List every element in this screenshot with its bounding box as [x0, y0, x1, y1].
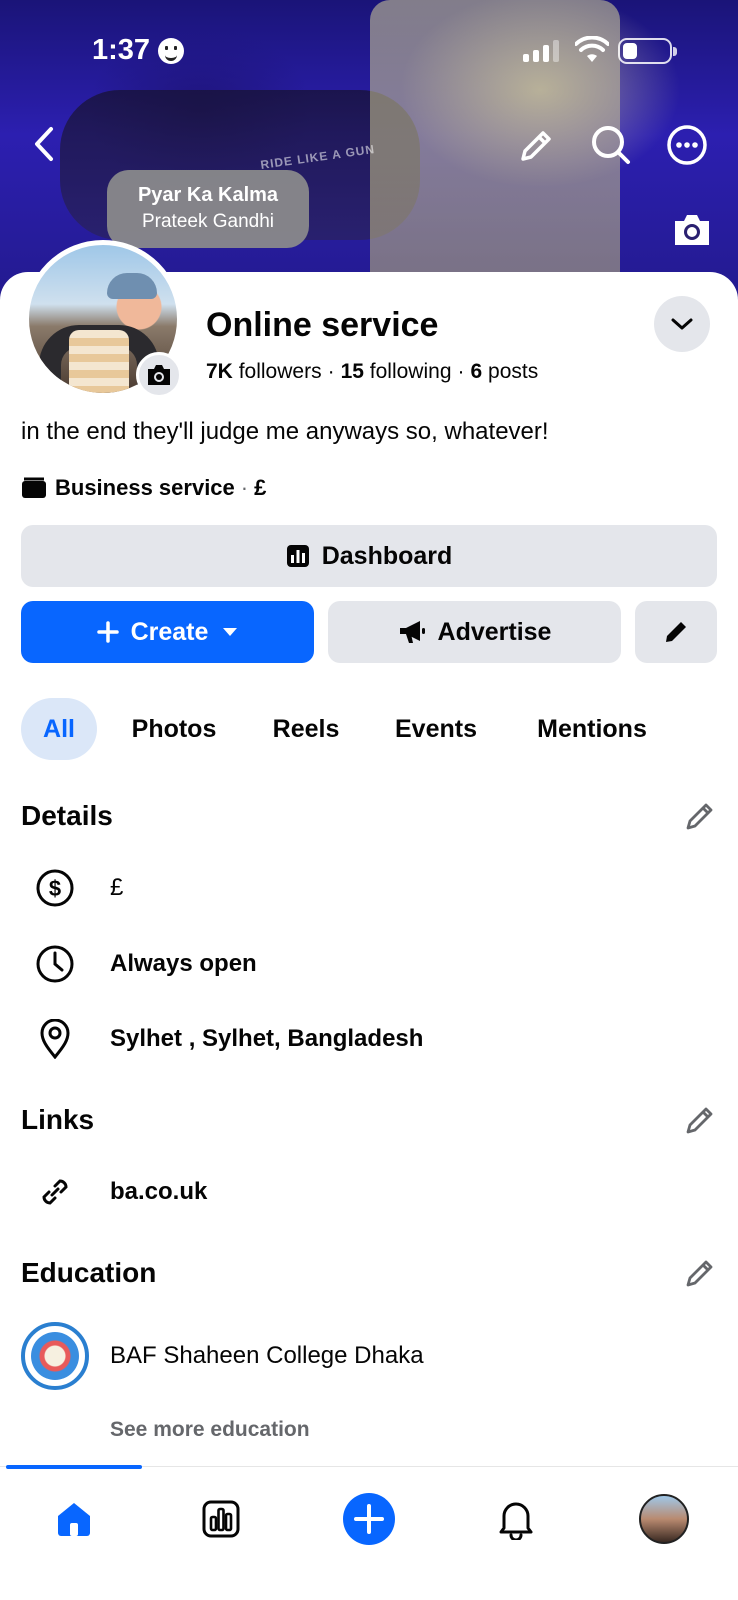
home-icon: [58, 1503, 90, 1536]
status-time: 1:37: [92, 34, 151, 66]
camera-avatar-icon[interactable]: [136, 352, 182, 398]
website-link: ba.co.uk: [110, 1178, 208, 1205]
category-label: Business service: [55, 475, 235, 500]
see-more-education-link[interactable]: See more education: [110, 1418, 310, 1442]
dollar-icon: $: [34, 867, 76, 909]
music-song-title: Pyar Ka Kalma: [137, 184, 279, 206]
nav-home[interactable]: [44, 1489, 104, 1549]
detail-hours: Always open: [110, 950, 257, 977]
profile-music-bubble[interactable]: Pyar Ka Kalma Prateek Gandhi: [107, 170, 309, 248]
page-title: Online service: [206, 306, 439, 344]
edit-education-icon[interactable]: [684, 1257, 716, 1294]
profile-bio: in the end they'll judge me anyways so, …: [21, 418, 549, 445]
edit-links-icon[interactable]: [684, 1104, 716, 1141]
nav-dashboard[interactable]: [191, 1489, 251, 1549]
clock-icon: [34, 943, 76, 985]
cellular-signal-icon: [523, 40, 563, 62]
profile-avatar-small: [639, 1494, 689, 1544]
back-icon[interactable]: [24, 122, 64, 166]
megaphone-icon: [399, 621, 425, 643]
search-icon[interactable]: [588, 122, 634, 168]
status-bar: 1:37: [0, 30, 738, 70]
chevron-down-icon: [671, 318, 693, 330]
profile-dropdown-button[interactable]: [654, 296, 710, 352]
plus-circle-icon: [343, 1493, 395, 1545]
edit-page-button[interactable]: [635, 601, 717, 663]
bottom-navigation: [0, 1465, 738, 1600]
insights-icon: [202, 1500, 240, 1538]
education-title: Education: [21, 1257, 157, 1288]
create-button[interactable]: Create: [21, 601, 314, 663]
detail-price-row: $ £: [0, 866, 738, 910]
detail-hours-row: Always open: [0, 942, 738, 986]
profile-stats: 7K followers · 15 following · 6 posts: [206, 360, 539, 383]
page-category: Business service · £: [21, 475, 266, 501]
detail-location-row[interactable]: Sylhet , Sylhet, Bangladesh: [0, 1017, 738, 1061]
tab-mentions[interactable]: Mentions: [528, 698, 656, 760]
profile-sheet: [0, 272, 738, 1600]
battery-icon: [618, 38, 677, 64]
clapperboard-icon: [22, 477, 46, 498]
link-icon: [34, 1171, 76, 1213]
nav-create[interactable]: [339, 1489, 399, 1549]
school-name: BAF Shaheen College Dhaka: [110, 1342, 424, 1369]
tab-reels[interactable]: Reels: [262, 698, 350, 760]
plus-icon: [96, 621, 119, 643]
location-pin-icon: [34, 1018, 76, 1060]
posts-stat[interactable]: 6 posts: [471, 360, 539, 383]
caret-down-icon: [223, 628, 238, 636]
svg-text:$: $: [49, 876, 61, 901]
tab-events[interactable]: Events: [388, 698, 484, 760]
tab-photos[interactable]: Photos: [124, 698, 224, 760]
bell-icon: [499, 1502, 533, 1540]
price-range: £: [254, 475, 267, 500]
dashboard-label: Dashboard: [321, 541, 453, 570]
more-options-icon[interactable]: [664, 122, 710, 168]
edit-details-icon[interactable]: [684, 800, 716, 837]
dashboard-chart-icon: [286, 545, 309, 567]
tab-all[interactable]: All: [21, 698, 97, 760]
advertise-button[interactable]: Advertise: [328, 601, 621, 663]
dashboard-button[interactable]: Dashboard: [21, 525, 717, 587]
website-link-row[interactable]: ba.co.uk: [0, 1170, 738, 1214]
create-label: Create: [130, 617, 209, 646]
camera-cover-icon[interactable]: [670, 210, 714, 250]
focus-mode-icon: [158, 38, 184, 64]
wifi-icon: [575, 36, 609, 62]
active-tab-indicator: [6, 1465, 142, 1469]
links-title: Links: [21, 1104, 95, 1135]
nav-notifications[interactable]: [486, 1489, 546, 1549]
followers-stat[interactable]: 7K followers: [206, 360, 322, 383]
nav-profile[interactable]: [634, 1489, 694, 1549]
following-stat[interactable]: 15 following: [341, 360, 452, 383]
music-artist: Prateek Gandhi: [141, 211, 275, 232]
details-title: Details: [21, 800, 113, 831]
detail-price: £: [110, 874, 124, 901]
pencil-icon: [666, 622, 686, 642]
edit-cover-icon[interactable]: [514, 124, 558, 168]
advertise-label: Advertise: [437, 617, 552, 646]
education-row[interactable]: BAF Shaheen College Dhaka: [0, 1334, 738, 1378]
detail-location: Sylhet , Sylhet, Bangladesh: [110, 1025, 424, 1052]
